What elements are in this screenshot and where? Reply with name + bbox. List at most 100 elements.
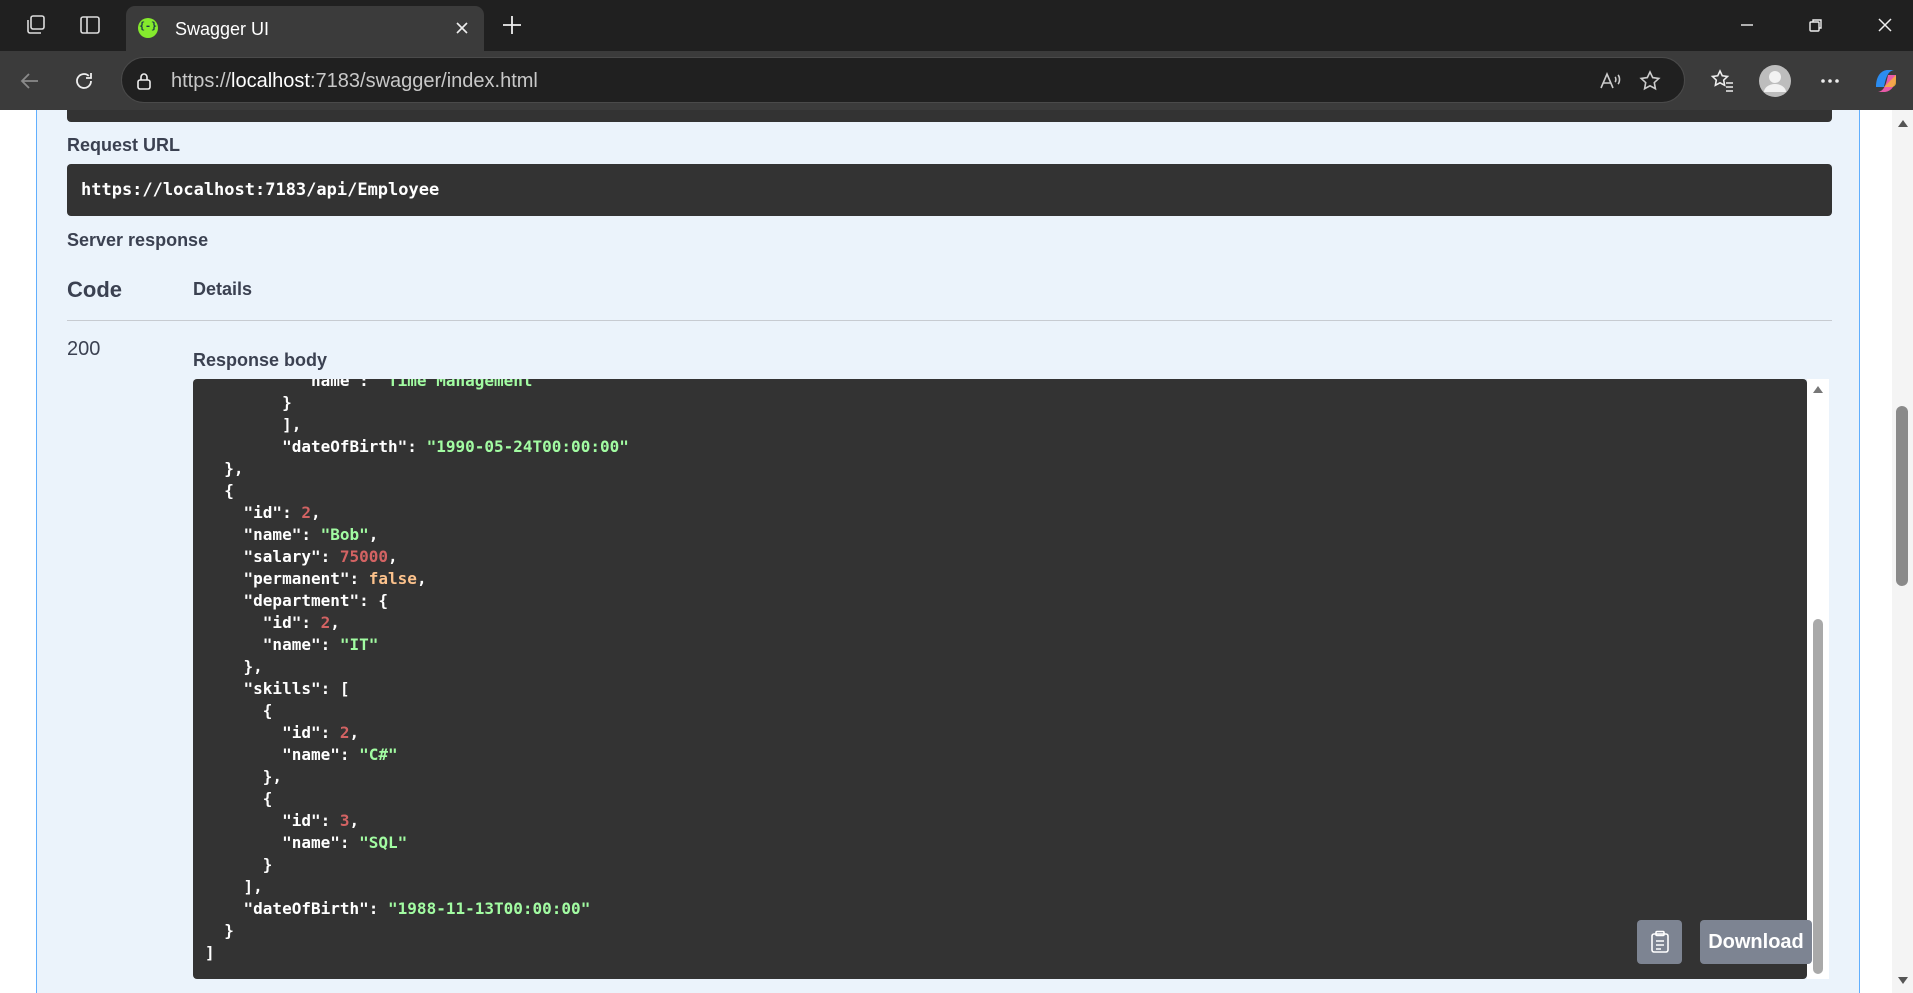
json-token: false	[368, 569, 417, 588]
curl-box-edge	[67, 110, 1832, 122]
json-token: "Time Management"	[378, 379, 543, 390]
profile-avatar-icon[interactable]	[1757, 63, 1793, 99]
response-json: "name": "Time Management" } ], "dateOfBi…	[205, 379, 629, 964]
tab-title: Swagger UI	[175, 19, 270, 39]
url-text[interactable]: https://localhost:7183/swagger/index.htm…	[171, 70, 538, 93]
page-scroll-up-icon[interactable]	[1897, 118, 1909, 128]
refresh-icon[interactable]	[66, 63, 102, 99]
json-token: ,	[368, 525, 379, 544]
json-token: "C#"	[359, 745, 398, 764]
json-line: "name": "Time Management"	[205, 379, 542, 390]
json-line: "department": {	[205, 591, 389, 610]
status-code: 200	[67, 338, 101, 360]
json-token: ,	[330, 613, 340, 632]
copilot-icon[interactable]	[1868, 63, 1904, 99]
header-divider	[67, 320, 1832, 321]
json-line: "permanent": false,	[205, 569, 427, 588]
json-token: :	[359, 379, 379, 390]
json-token: "salary"	[243, 547, 321, 566]
json-line: ],	[205, 415, 301, 434]
read-aloud-icon[interactable]	[1596, 67, 1624, 95]
json-line: },	[205, 767, 282, 786]
json-token: ,	[349, 723, 360, 742]
response-body[interactable]: "name": "Time Management" } ], "dateOfBi…	[193, 379, 1807, 979]
json-token: }	[224, 855, 273, 874]
minimize-icon[interactable]	[1727, 10, 1767, 40]
json-token: "name"	[301, 379, 360, 390]
more-options-icon[interactable]	[1812, 63, 1848, 99]
browser-tab[interactable]: Swagger UI	[126, 6, 484, 51]
tab-actions-icon[interactable]	[74, 10, 106, 40]
json-token: "SQL"	[359, 833, 408, 852]
response-scroll-thumb[interactable]	[1813, 619, 1823, 974]
json-line: "id": 2,	[205, 723, 359, 742]
swagger-favicon-icon	[138, 18, 158, 38]
page-scroll-thumb[interactable]	[1896, 406, 1908, 586]
favorite-star-icon[interactable]	[1636, 67, 1664, 95]
json-token: "name"	[243, 525, 302, 544]
json-token: 75000	[339, 547, 389, 566]
json-line: "id": 2,	[205, 613, 340, 632]
json-token: },	[224, 459, 244, 478]
json-token: :	[301, 525, 321, 544]
json-line: ],	[205, 877, 263, 896]
json-token: :	[368, 899, 389, 918]
server-response-label: Server response	[67, 230, 209, 250]
json-token: ,	[310, 503, 321, 522]
request-url-value: https://localhost:7183/api/Employee	[81, 180, 440, 200]
json-token: :	[320, 635, 340, 654]
clipboard-icon	[1650, 930, 1669, 953]
browser-titlebar: Swagger UI	[0, 0, 1913, 51]
json-token: :	[282, 503, 302, 522]
page-scroll-down-icon[interactable]	[1897, 976, 1909, 986]
scroll-up-icon[interactable]	[1812, 384, 1824, 394]
back-icon[interactable]	[12, 63, 48, 99]
json-token: 3	[339, 811, 350, 830]
json-token: },	[224, 657, 263, 676]
site-info-lock-icon[interactable]	[130, 67, 158, 95]
json-line: "dateOfBirth": "1988-11-13T00:00:00"	[205, 899, 591, 918]
json-line: }	[205, 921, 234, 940]
json-token: ,	[349, 811, 360, 830]
workspaces-icon[interactable]	[20, 10, 52, 40]
json-token: : [	[320, 679, 350, 698]
restore-icon[interactable]	[1796, 10, 1836, 40]
json-token: : {	[359, 591, 389, 610]
close-window-icon[interactable]	[1865, 10, 1905, 40]
new-tab-icon[interactable]	[496, 10, 528, 40]
request-url-label: Request URL	[67, 135, 181, 155]
url-path: :7183/swagger/index.html	[309, 70, 538, 92]
address-bar[interactable]: https://localhost:7183/swagger/index.htm…	[121, 57, 1685, 103]
swagger-page: Request URL https://localhost:7183/api/E…	[0, 110, 1892, 993]
json-line: }	[205, 393, 292, 412]
copy-to-clipboard-button[interactable]	[1637, 920, 1682, 964]
json-token: 2	[320, 613, 331, 632]
download-button[interactable]: Download	[1700, 920, 1812, 964]
json-token: :	[301, 613, 321, 632]
json-line: "salary": 75000,	[205, 547, 398, 566]
close-tab-icon[interactable]	[450, 16, 474, 40]
json-token: },	[224, 767, 283, 786]
json-line: "name": "SQL"	[205, 833, 407, 852]
favorites-icon[interactable]	[1704, 63, 1740, 99]
json-line: {	[205, 701, 273, 720]
request-url-box: https://localhost:7183/api/Employee	[67, 164, 1832, 216]
code-column-header: Code	[67, 277, 122, 302]
url-scheme: https://	[171, 70, 232, 92]
json-token: "id"	[262, 613, 302, 632]
json-token: }	[262, 393, 292, 412]
json-token: }	[224, 921, 234, 940]
json-line: "id": 2,	[205, 503, 321, 522]
